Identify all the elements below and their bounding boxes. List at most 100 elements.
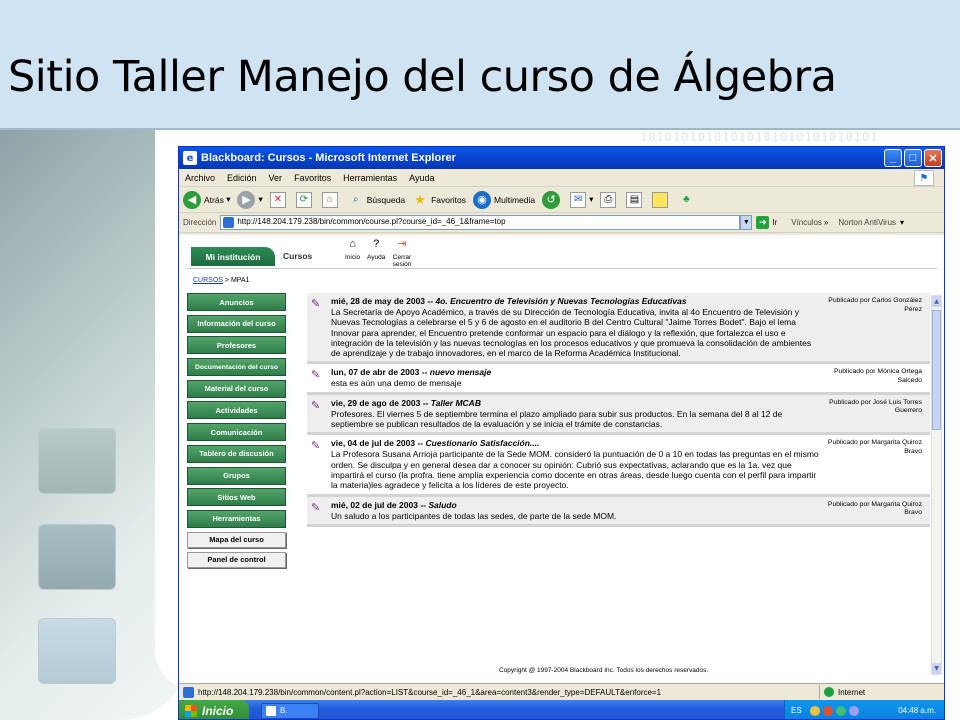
nav-herramientas[interactable]: Herramientas: [187, 509, 286, 528]
status-url: http://148.204.179.238/bin/common/conten…: [198, 687, 662, 697]
go-label: Ir: [772, 218, 778, 227]
tray-antivirus-icon[interactable]: [822, 705, 833, 716]
toolbar: ◀ Atrás ▾ ▶ ▾ ✕ ⟳ ⌂ ⌕ Búsqueda ★ Favoritos ◉…: [179, 187, 944, 213]
menu-archivo[interactable]: Archivo: [185, 173, 215, 183]
minimize-button[interactable]: _: [884, 149, 902, 167]
nav-anuncios[interactable]: Anuncios: [187, 293, 286, 311]
go-arrow-icon: ➜: [756, 216, 770, 229]
print-button[interactable]: ⎙: [600, 191, 619, 208]
scroll-thumb[interactable]: [932, 310, 941, 430]
ie-task-icon: [266, 705, 276, 716]
announcement-author: Publicado por Margarita Quiroz Bravo: [827, 500, 922, 517]
blackboard-header: Mi institución Cursos ⌂ Inicio ? Ayuda ⇥ Ce…: [187, 239, 937, 269]
taskbar-item[interactable]: B.: [261, 702, 319, 719]
back-button[interactable]: ◀ Atrás ▾: [183, 190, 230, 209]
norton-antivirus[interactable]: Norton AntiVirus: [838, 218, 896, 227]
page-icon: [223, 217, 235, 228]
links-menu[interactable]: Vínculos: [791, 218, 822, 227]
announcement-sep: --: [420, 499, 426, 510]
top-home-link[interactable]: ⌂ Inicio: [345, 239, 361, 262]
announcement-item: ✎ mié, 02 de jul de 2003 -- Saludo Un sa…: [307, 496, 930, 527]
search-label: Búsqueda: [366, 194, 406, 205]
announcement-date: mié, 02 de jul de 2003: [331, 499, 418, 510]
tray-network-icon[interactable]: [809, 705, 820, 716]
announcement-author: Publicado por Margarita Quiroz Bravo: [827, 439, 922, 455]
tray-messenger-icon[interactable]: [835, 705, 846, 716]
windows-logo-icon: [185, 704, 197, 717]
breadcrumb-cursos[interactable]: CURSOS: [193, 277, 223, 284]
menu-ver[interactable]: Ver: [269, 173, 283, 183]
discuss-button[interactable]: [652, 191, 671, 208]
top-help-link[interactable]: ? Ayuda: [367, 239, 385, 262]
tray-volume-icon[interactable]: [848, 705, 859, 716]
menu-herramientas[interactable]: Herramientas: [343, 173, 397, 183]
start-label: Inicio: [202, 703, 234, 718]
announcement-sep: --: [422, 397, 429, 408]
multimedia-button[interactable]: ◉ Multimedia: [473, 190, 535, 209]
breadcrumb: CURSOS > MPA1: [193, 277, 250, 284]
nav-tablero-discusion[interactable]: Tablero de discusión: [187, 444, 286, 463]
announcement-subject: Saludo: [428, 499, 457, 510]
menu-ayuda[interactable]: Ayuda: [409, 173, 434, 183]
nav-mapa-curso[interactable]: Mapa del curso: [187, 531, 286, 548]
forward-arrow-icon: ▶: [237, 190, 256, 209]
announcement-author: Publicado por Carlos González Pérez: [828, 297, 922, 313]
scroll-up-icon[interactable]: ▲: [932, 296, 941, 307]
search-icon: ⌕: [352, 194, 359, 205]
slide-title: Sitio Taller Manejo del curso de Álgebra: [8, 52, 837, 102]
mail-button[interactable]: ✉ ▾: [570, 191, 593, 208]
tray-language[interactable]: ES: [791, 706, 802, 715]
address-label: Dirección: [183, 218, 217, 227]
menu-edicion[interactable]: Edición: [227, 173, 257, 183]
back-label: Atrás: [204, 194, 224, 205]
history-button[interactable]: ↺: [542, 190, 563, 209]
page-icon: [183, 686, 194, 698]
links-chevron-icon[interactable]: »: [824, 218, 828, 227]
messenger-button[interactable]: ♣: [678, 192, 697, 208]
announcement-item: ✎ vie, 29 de ago de 2003 -- Taller MCAB …: [307, 394, 930, 436]
nav-panel-control[interactable]: Panel de control: [187, 551, 286, 568]
messenger-icon: ♣: [683, 194, 690, 205]
search-button[interactable]: ⌕ Búsqueda: [348, 192, 405, 208]
edit-button[interactable]: ▤: [626, 191, 645, 208]
announcement-body: La Profesora Susana Arrioja participante…: [331, 449, 819, 491]
tab-cursos[interactable]: Cursos: [283, 251, 312, 261]
nav-profesores[interactable]: Profesores: [187, 336, 286, 355]
home-button[interactable]: ⌂: [321, 191, 341, 208]
announcement-icon: ✎: [311, 369, 321, 382]
tab-mi-institucion[interactable]: Mi institución: [191, 247, 275, 266]
stop-button[interactable]: ✕: [269, 191, 289, 208]
announcement-date: mié, 28 de may de 2003: [331, 296, 426, 306]
go-button[interactable]: ➜ Ir: [756, 216, 777, 229]
announcement-subject: Cuestionario Satisfacción....: [425, 438, 540, 449]
nav-material-curso[interactable]: Material del curso: [187, 379, 286, 398]
start-button[interactable]: Inicio: [179, 700, 249, 719]
top-logout-link[interactable]: ⇥ Cerrar sesión: [389, 239, 415, 269]
nav-sitios-web[interactable]: Sitios Web: [187, 488, 286, 507]
announcement-icon: ✎: [311, 501, 321, 514]
nav-informacion-curso[interactable]: Información del curso: [187, 314, 286, 333]
forward-button[interactable]: ▶ ▾: [237, 190, 263, 209]
nav-grupos[interactable]: Grupos: [187, 466, 286, 485]
address-input[interactable]: http://148.204.179.238/bin/common/course…: [220, 215, 741, 230]
window-titlebar[interactable]: e Blackboard: Cursos - Microsoft Interne…: [179, 147, 944, 169]
vertical-scrollbar[interactable]: ▲ ▼: [931, 295, 942, 675]
nav-actividades[interactable]: Actividades: [187, 401, 286, 420]
scroll-down-icon[interactable]: ▼: [932, 663, 941, 674]
address-dropdown-icon[interactable]: ▼: [740, 215, 753, 230]
refresh-button[interactable]: ⟳: [295, 191, 315, 208]
norton-dropdown-icon[interactable]: ▾: [900, 218, 904, 227]
announcement-body: esta es aún una demo de mensaje: [331, 378, 462, 389]
announcement-date: vie, 29 de ago de 2003: [331, 397, 421, 408]
nav-documentacion-curso[interactable]: Documentación del curso: [187, 358, 286, 377]
favorites-button[interactable]: ★ Favoritos: [412, 192, 466, 208]
announcement-item: ✎ lun, 07 de abr de 2003 -- nuevo mensaj…: [307, 364, 930, 395]
nav-comunicacion[interactable]: Comunicación: [187, 423, 286, 442]
menu-favoritos[interactable]: Favoritos: [294, 173, 331, 183]
star-icon: ★: [414, 191, 426, 207]
maximize-button[interactable]: □: [904, 149, 922, 167]
window-title: Blackboard: Cursos - Microsoft Internet …: [201, 152, 456, 164]
top-home-label: Inicio: [345, 254, 361, 261]
announcement-body: Profesores. El viernes 5 de septiembre t…: [331, 408, 783, 430]
close-button[interactable]: ✕: [924, 149, 942, 167]
